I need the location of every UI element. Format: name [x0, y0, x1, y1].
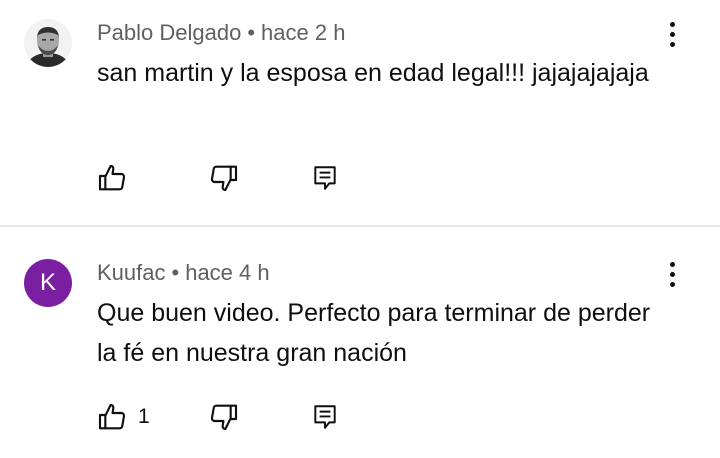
- meta-separator: •: [171, 260, 180, 285]
- user-photo-avatar-icon: [24, 19, 72, 67]
- comment-text: Que buen video. Perfecto para terminar d…: [97, 299, 651, 367]
- comment-time: hace 2 h: [261, 20, 346, 45]
- like-button[interactable]: [96, 156, 138, 200]
- author-name[interactable]: Pablo Delgado: [97, 20, 241, 45]
- dot: [669, 41, 675, 47]
- comment-actions: 1: [88, 395, 388, 439]
- avatar[interactable]: K: [24, 259, 72, 307]
- author-name[interactable]: Kuufac: [97, 260, 166, 285]
- dislike-button[interactable]: [208, 395, 240, 439]
- avatar[interactable]: [24, 19, 72, 67]
- dot: [669, 271, 675, 277]
- thumb-down-icon: [210, 165, 238, 192]
- dot: [669, 31, 675, 37]
- dot: [669, 21, 675, 27]
- comment-item: K Kuufac • hace 4 h Que buen video. Perfec…: [0, 227, 720, 458]
- comment-reply-icon: [314, 166, 336, 190]
- dislike-button[interactable]: [208, 156, 240, 200]
- comment-time: hace 4 h: [185, 260, 270, 285]
- like-count: 1: [138, 405, 150, 428]
- thumb-down-icon: [210, 404, 238, 431]
- avatar-letter: K: [39, 269, 56, 296]
- more-vertical-icon[interactable]: [656, 258, 688, 290]
- reply-button[interactable]: [312, 395, 338, 439]
- comment-meta: Kuufac • hace 4 h: [97, 260, 270, 286]
- thumb-up-icon: [98, 164, 126, 191]
- thumb-up-icon: [98, 403, 126, 430]
- comment-meta: Pablo Delgado • hace 2 h: [97, 20, 345, 46]
- reply-button[interactable]: [312, 156, 338, 200]
- more-vertical-icon[interactable]: [656, 18, 688, 50]
- comment-reply-icon: [314, 405, 336, 429]
- comment-item: Pablo Delgado • hace 2 h san martin y la e…: [0, 0, 720, 226]
- comment-text: san martin y la esposa en edad legal!!! …: [97, 59, 649, 87]
- dot: [669, 261, 675, 267]
- comment-actions: [88, 156, 388, 200]
- meta-separator: •: [247, 20, 256, 45]
- like-button[interactable]: 1: [96, 395, 150, 439]
- dot: [669, 281, 675, 287]
